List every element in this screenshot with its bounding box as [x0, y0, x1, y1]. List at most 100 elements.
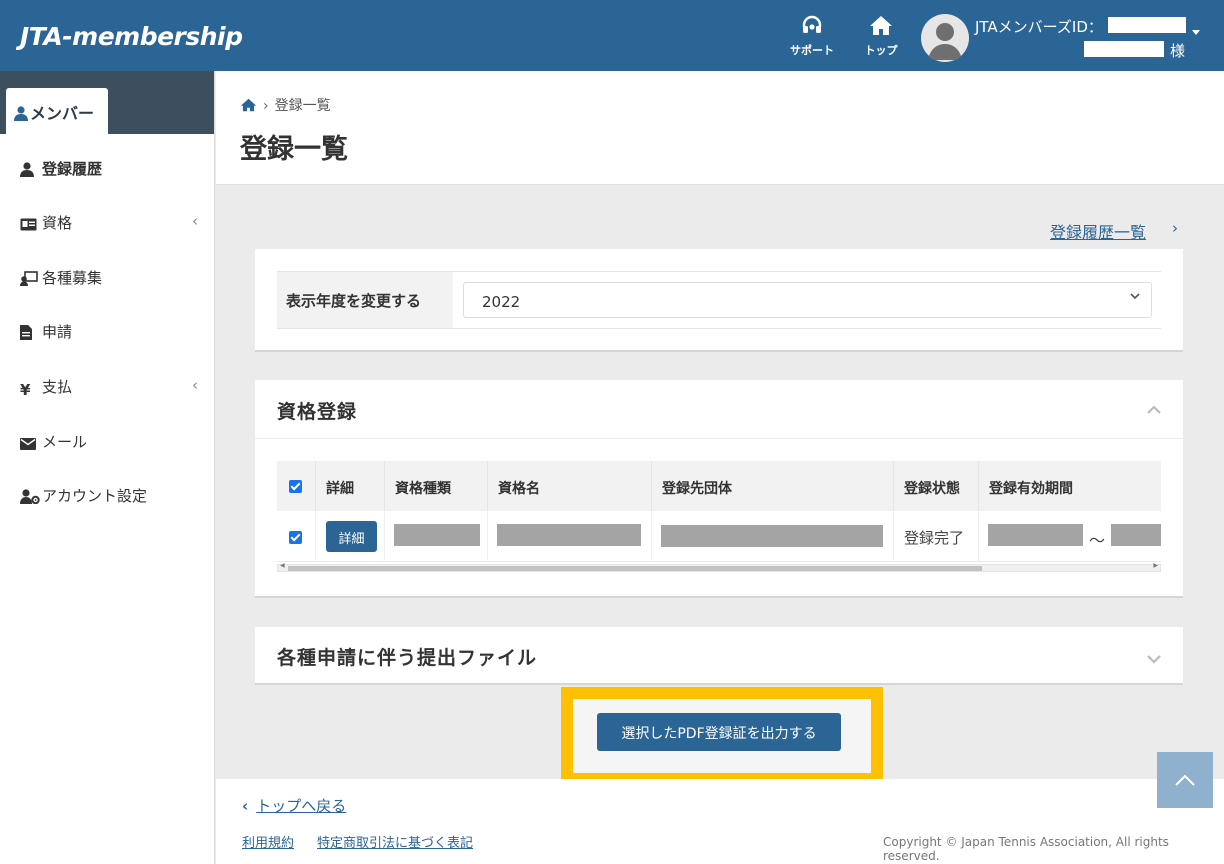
sidebar-header: メンバー [0, 71, 214, 134]
year-select-value: 2022 [482, 293, 521, 311]
chevron-up-icon [1175, 774, 1195, 786]
sidebar: メンバー 登録履歴 資格 ‹ 各種募集 申請 ¥ 支払 ‹ メール アカウント設定 [0, 71, 215, 864]
detail-cell: 詳細 [316, 512, 385, 562]
redacted-value [1111, 524, 1161, 546]
year-filter-card: 表示年度を変更する 2022 [255, 249, 1183, 352]
scrollbar-thumb[interactable] [288, 566, 982, 571]
redacted-value [661, 525, 883, 547]
breadcrumb-current: 登録一覧 [274, 98, 331, 114]
sidebar-item-label: 各種募集 [42, 269, 103, 287]
member-id-redacted [1108, 17, 1186, 33]
chevron-left-icon: ‹ [242, 797, 249, 815]
document-icon [20, 325, 42, 344]
header-checkbox-cell [277, 461, 316, 511]
column-header: 登録有効期間 [989, 481, 1073, 497]
row-checkbox-cell [277, 512, 316, 562]
sidebar-item-label: メール [42, 433, 88, 451]
status-text: 登録完了 [904, 529, 965, 547]
home-icon[interactable] [240, 98, 257, 114]
support-button[interactable]: サポート [782, 14, 842, 58]
home-icon [851, 14, 911, 38]
column-header: 登録先団体 [652, 461, 894, 511]
qualification-name-cell [488, 512, 652, 562]
user-menu-caret-icon[interactable] [1192, 30, 1200, 35]
redacted-value [497, 524, 641, 546]
sidebar-item-payment[interactable]: ¥ 支払 ‹ [0, 366, 214, 406]
user-icon [20, 162, 42, 181]
column-header: 資格名 [488, 461, 652, 511]
sidebar-tab-label: メンバー [30, 104, 95, 123]
sidebar-item-application[interactable]: 申請 [0, 311, 214, 351]
table-header: 詳細 資格種類 資格名 登録先団体 登録状態 登録有効期間 [277, 461, 1161, 511]
commercial-law-link[interactable]: 特定商取引法に基づく表記 [317, 832, 473, 851]
status-cell: 登録完了 [894, 512, 979, 562]
redacted-value [394, 524, 480, 546]
scroll-right-icon[interactable]: ▶ [1153, 562, 1158, 569]
footer: ‹ トップへ戻る 利用規約 特定商取引法に基づく表記 Copyright © Ja… [216, 779, 1224, 864]
recruit-icon [20, 271, 42, 290]
horizontal-scrollbar[interactable]: ◀ ▶ [277, 562, 1161, 572]
back-to-top-link[interactable]: ‹ トップへ戻る [242, 795, 346, 816]
sidebar-item-qualification[interactable]: 資格 ‹ [0, 202, 214, 242]
select-all-checkbox[interactable] [289, 480, 302, 493]
chevron-down-icon[interactable] [1147, 649, 1161, 668]
top-label: トップ [864, 44, 898, 57]
row-checkbox[interactable] [289, 531, 302, 544]
sidebar-tab-member[interactable]: メンバー [6, 88, 108, 134]
sidebar-item-registration-history[interactable]: 登録履歴 [0, 148, 214, 188]
column-header: 資格種類 [385, 461, 488, 511]
yen-icon: ¥ [20, 381, 31, 399]
user-avatar[interactable] [921, 14, 969, 62]
headset-icon [782, 14, 842, 38]
copyright: Copyright © Japan Tennis Association, Al… [883, 835, 1169, 863]
sidebar-item-label: 資格 [42, 214, 73, 232]
export-pdf-button[interactable]: 選択したPDF登録証を出力する [597, 713, 841, 751]
scroll-left-icon[interactable]: ◀ [280, 562, 285, 569]
divider [255, 438, 1183, 439]
card-title: 各種申請に伴う提出ファイル [277, 647, 538, 669]
submitted-files-card[interactable]: 各種申請に伴う提出ファイル [255, 627, 1183, 685]
year-select[interactable]: 2022 [463, 282, 1152, 318]
sidebar-item-label: 支払 [42, 378, 73, 396]
top-button[interactable]: トップ [851, 14, 911, 58]
support-label: サポート [790, 44, 834, 57]
user-gear-icon [20, 489, 42, 508]
detail-button[interactable]: 詳細 [326, 521, 377, 552]
page-title: 登録一覧 [240, 134, 348, 165]
mail-icon [20, 436, 42, 454]
card-title: 資格登録 [277, 401, 358, 423]
organization-cell [652, 512, 894, 562]
scroll-to-top-button[interactable] [1157, 752, 1213, 808]
page-header: › 登録一覧 登録一覧 [216, 71, 1224, 185]
sidebar-item-label: 登録履歴 [42, 160, 103, 178]
sidebar-item-label: 申請 [42, 323, 73, 341]
chevron-left-icon: ‹ [192, 376, 198, 394]
app-logo[interactable]: JTA-membership [20, 22, 243, 51]
period-separator: ～ [1089, 531, 1106, 550]
chevron-right-icon[interactable]: › [1172, 219, 1178, 237]
validity-period-cell: ～ [979, 512, 1161, 562]
chevron-up-icon[interactable] [1147, 400, 1161, 419]
top-navbar: JTA-membership サポート トップ JTAメンバーズID： 様 [0, 0, 1224, 71]
id-card-icon [20, 217, 42, 235]
sidebar-item-account-settings[interactable]: アカウント設定 [0, 475, 214, 515]
year-filter-label: 表示年度を変更する [277, 272, 453, 328]
chevron-down-icon [1129, 290, 1141, 306]
user-name-redacted [1084, 41, 1164, 57]
qualification-type-cell [385, 512, 488, 562]
qualification-registration-card: 資格登録 詳細 資格種類 資格名 登録先団体 登録状態 登録有効期間 詳細 登録… [255, 380, 1183, 598]
member-id-label: JTAメンバーズID： [975, 18, 1103, 36]
terms-link[interactable]: 利用規約 [242, 832, 294, 851]
sidebar-item-label: アカウント設定 [42, 487, 148, 505]
redacted-value [988, 524, 1083, 546]
registration-history-link[interactable]: 登録履歴一覧 [1050, 219, 1146, 243]
sidebar-item-mail[interactable]: メール [0, 421, 214, 461]
column-header: 登録状態 [894, 461, 979, 511]
honorific: 様 [1170, 42, 1186, 60]
breadcrumb-separator: › [263, 98, 269, 114]
sidebar-item-recruitment[interactable]: 各種募集 [0, 257, 214, 297]
user-icon [14, 106, 28, 121]
table-row: 詳細 登録完了 ～ [277, 512, 1161, 562]
breadcrumb: › 登録一覧 [240, 95, 331, 115]
year-filter-row: 表示年度を変更する 2022 [277, 271, 1161, 329]
